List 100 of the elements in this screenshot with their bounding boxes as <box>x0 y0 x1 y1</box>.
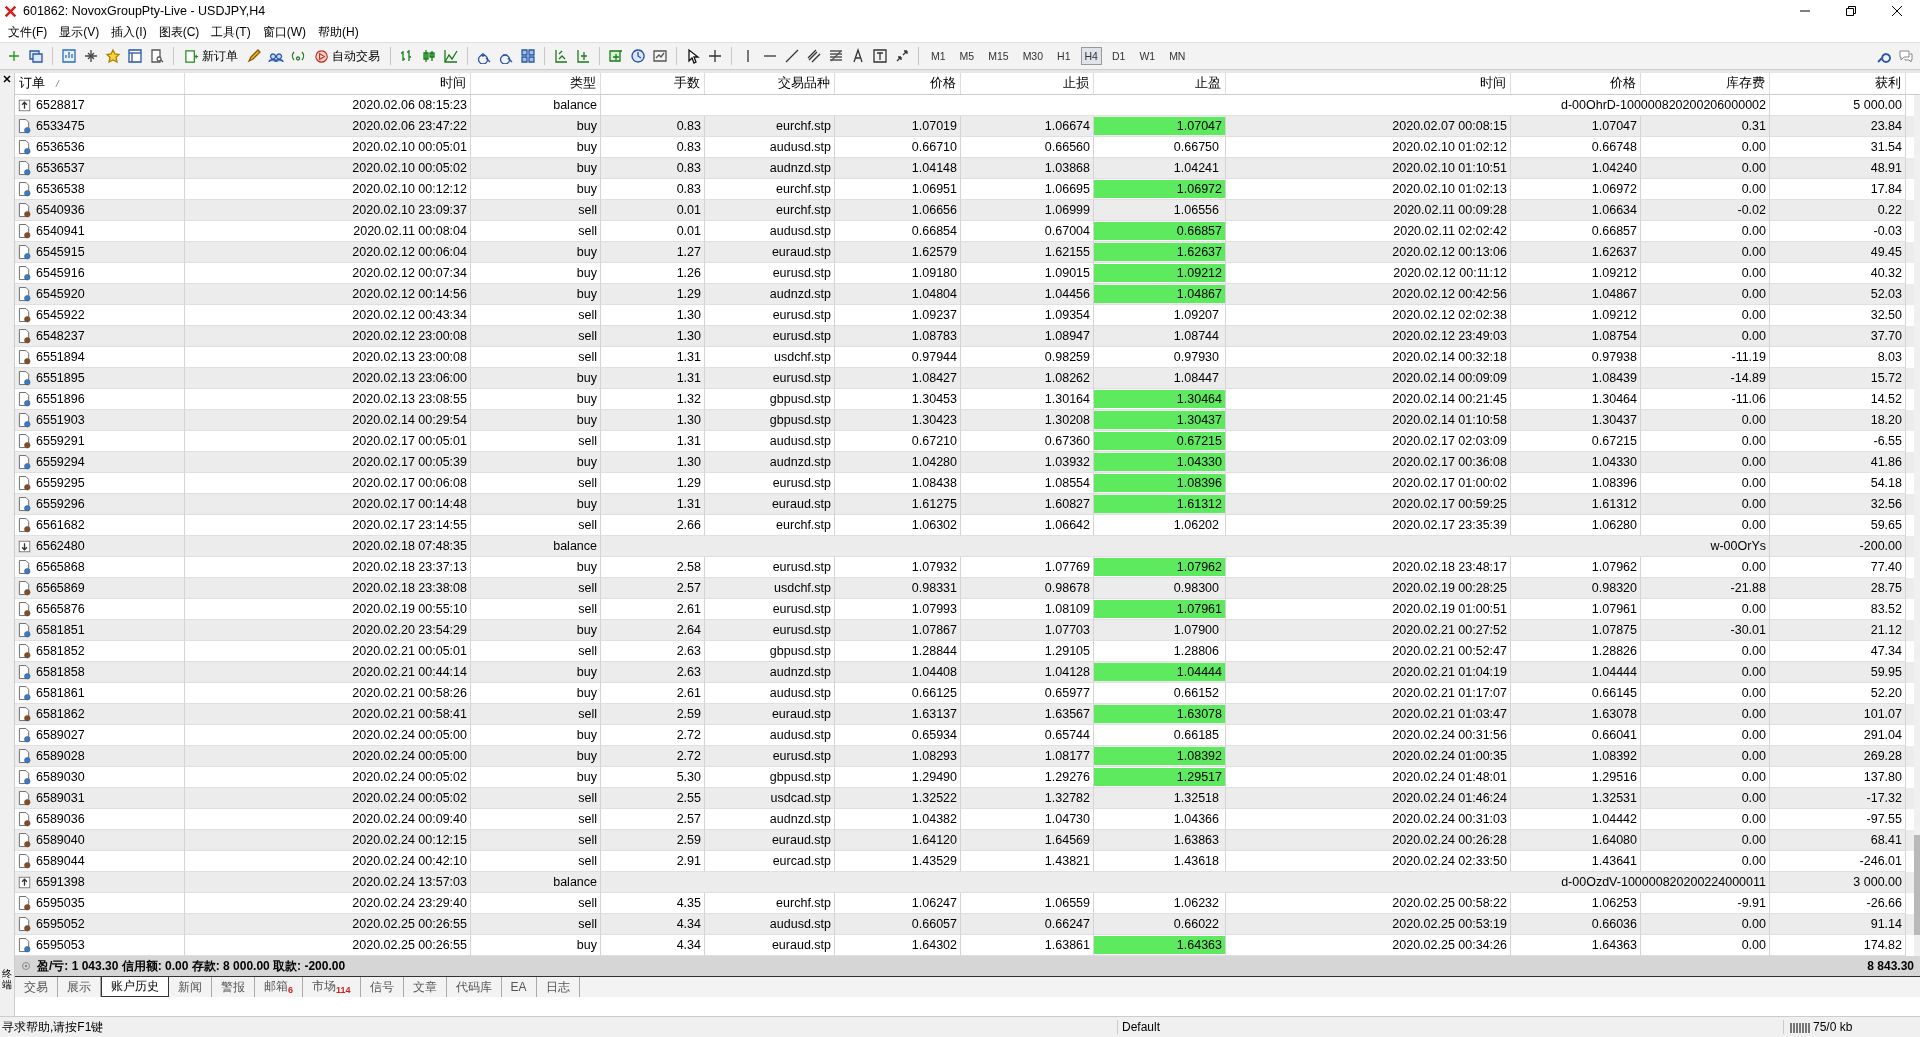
table-row[interactable]: 6581862 2020.02.21 00:58:41 sell 2.59 euraud.stp 1.63137 1.63567 1.63078 2020.02.21 01:03:47 1.63078 0.00 101.07 <box>15 704 1914 725</box>
menu-item[interactable]: 文件(F) <box>8 23 48 41</box>
line-chart-icon[interactable] <box>443 48 459 64</box>
menu-item[interactable]: 窗口(W) <box>262 23 306 41</box>
tab[interactable]: 账户历史 <box>101 977 169 997</box>
table-row[interactable]: 6540936 2020.02.10 23:09:37 sell 0.01 eurchf.stp 1.06656 1.06999 1.06556 2020.02.11 00:09:28 1.06634 -0.02 0.22 <box>15 200 1914 221</box>
table-row[interactable]: 6589031 2020.02.24 00:05:02 sell 2.55 usdcad.stp 1.32522 1.32782 1.32518 2020.02.24 01:46:24 1.32531 0.00 -17.32 <box>15 788 1914 809</box>
candlestick-icon[interactable] <box>421 48 437 64</box>
pencil-icon[interactable] <box>246 48 262 64</box>
tab[interactable]: 文章 <box>403 977 447 997</box>
column-header[interactable]: 价格 <box>1610 75 1636 92</box>
table-row[interactable]: 6545915 2020.02.12 00:06:04 buy 1.27 euraud.stp 1.62579 1.62155 1.62637 2020.02.12 00:13:06 1.62637 0.00 49.45 <box>15 242 1914 263</box>
tab[interactable]: 代码库 <box>446 977 502 997</box>
table-row[interactable]: 6589028 2020.02.24 00:05:00 buy 2.72 eurusd.stp 1.08293 1.08177 1.08392 2020.02.24 01:00:35 1.08392 0.00 269.28 <box>15 746 1914 767</box>
tab[interactable]: 日志 <box>536 977 580 997</box>
timeframe-button[interactable]: W1 <box>1135 47 1160 65</box>
column-header[interactable]: 获利 <box>1875 75 1901 92</box>
text-tool-icon[interactable] <box>850 48 866 64</box>
column-header[interactable]: 订单 <box>19 75 45 92</box>
scrollbar-thumb[interactable] <box>1914 835 1920 935</box>
tab[interactable]: 邮箱$_{6}$ <box>255 977 303 997</box>
zoom-page-icon[interactable] <box>149 48 165 64</box>
timeframe-button[interactable]: H4 <box>1080 47 1102 65</box>
auto-scroll-icon[interactable] <box>553 48 569 64</box>
swap-cell: -11.19 <box>1731 350 1766 364</box>
window-icon[interactable] <box>127 48 143 64</box>
crosshair-icon[interactable] <box>707 48 723 64</box>
market-watch-icon[interactable] <box>61 48 77 64</box>
order-number: 6559295 <box>36 476 85 490</box>
timeframe-button[interactable]: D1 <box>1107 47 1130 65</box>
close-icon[interactable] <box>3 75 11 83</box>
column-header[interactable]: 时间 <box>1480 75 1506 92</box>
tab[interactable]: EA <box>501 977 537 997</box>
timeframe-button[interactable]: M5 <box>955 47 979 65</box>
swap-cell: 0.00 <box>1741 455 1766 469</box>
symbol-cell: euraud.stp <box>771 938 831 952</box>
table-row[interactable]: 6548237 2020.02.12 23:00:08 sell 1.30 eurusd.stp 1.08783 1.08947 1.08744 2020.02.12 23:49:03 1.08754 0.00 37.70 <box>15 326 1914 347</box>
close-icon[interactable] <box>1892 6 1902 16</box>
navigator-icon[interactable] <box>83 48 99 64</box>
scrollbar[interactable] <box>1914 95 1920 956</box>
menu-item[interactable]: 插入(I) <box>111 23 147 41</box>
column-header[interactable]: 手数 <box>674 75 700 92</box>
column-header[interactable]: 止损 <box>1063 75 1089 92</box>
table-row[interactable]: 6565869 2020.02.18 23:38:08 sell 2.57 usdchf.stp 0.98331 0.98678 0.98300 2020.02.19 00:28:25 0.98320 -21.88 28.75 <box>15 578 1914 599</box>
trend-line-icon[interactable] <box>784 48 800 64</box>
profiles-icon[interactable] <box>28 48 44 64</box>
table-row[interactable]: 6581858 2020.02.21 00:44:14 buy 2.63 audnzd.stp 1.04408 1.04128 1.04444 2020.02.21 01:04:19 1.04444 0.00 59.95 <box>15 662 1914 683</box>
menu-item[interactable]: 工具(T) <box>211 23 251 41</box>
stop-loss-cell: 0.67360 <box>1044 434 1090 448</box>
table-row[interactable]: 6589040 2020.02.24 00:12:15 sell 2.59 euraud.stp 1.64120 1.64569 1.63863 2020.02.24 00:26:28 1.64080 0.00 68.41 <box>15 830 1914 851</box>
tab[interactable]: 交易 <box>15 977 58 997</box>
menu-item[interactable]: 帮助(H) <box>318 23 359 41</box>
table-row[interactable]: 6595052 2020.02.25 00:26:55 sell 4.34 audusd.stp 0.66057 0.66247 0.66022 2020.02.25 00:53:19 0.66036 0.00 91.14 <box>15 914 1914 935</box>
clock-icon[interactable] <box>630 48 646 64</box>
tab[interactable]: 新闻 <box>169 977 212 997</box>
table-row[interactable]: 6559294 2020.02.17 00:05:39 buy 1.30 audnzd.stp 1.04280 1.03932 1.04330 2020.02.17 00:36:08 1.04330 0.00 41.86 <box>15 452 1914 473</box>
table-row[interactable]: 6591398 2020.02.24 13:57:03 balance d-00OzdV-100000820200224000011 3 000.00 <box>15 872 1914 893</box>
timeframe-button[interactable]: M15 <box>984 47 1013 65</box>
close-time-cell: 2020.02.21 01:17:07 <box>1392 686 1507 700</box>
star-icon[interactable] <box>105 48 121 64</box>
order-number: 6540941 <box>36 224 85 238</box>
column-header[interactable]: 类型 <box>570 75 596 92</box>
new-order-button[interactable]: 新订单 <box>182 47 240 65</box>
table-row[interactable]: 6562480 2020.02.18 07:48:35 balance w-00OrYs -200.00 <box>15 536 1914 557</box>
table-row[interactable]: 6559296 2020.02.17 00:14:48 buy 1.31 euraud.stp 1.61275 1.60827 1.61312 2020.02.17 00:59:25 1.61312 0.00 32.56 <box>15 494 1914 515</box>
chat-icon[interactable] <box>1898 48 1914 64</box>
arrows-icon[interactable] <box>894 48 910 64</box>
table-row[interactable]: 6551895 2020.02.13 23:06:00 buy 1.31 eurusd.stp 1.08427 1.08262 1.08447 2020.02.14 00:09:09 1.08439 -14.89 15.72 <box>15 368 1914 389</box>
table-row[interactable]: 6581851 2020.02.20 23:54:29 buy 2.64 eurusd.stp 1.07867 1.07703 1.07900 2020.02.21 00:27:52 1.07875 -30.01 21.12 <box>15 620 1914 641</box>
timeframe-button[interactable]: M30 <box>1018 47 1048 65</box>
chart-shift-icon[interactable] <box>575 48 591 64</box>
tab[interactable]: 信号 <box>360 977 404 997</box>
indicators-icon[interactable] <box>608 48 624 64</box>
tab[interactable]: 警报 <box>212 977 255 997</box>
auto-trading-button[interactable]: 自动交易 <box>312 47 382 65</box>
menu-item[interactable]: 显示(V) <box>59 23 100 41</box>
column-header[interactable]: 时间 <box>440 75 466 92</box>
fibonacci-icon[interactable] <box>828 48 844 64</box>
table-row[interactable]: 6536537 2020.02.10 00:05:02 buy 0.83 audnzd.stp 1.04148 1.03868 1.04241 2020.02.10 01:10:51 1.04240 0.00 48.91 <box>15 158 1914 179</box>
channel-icon[interactable] <box>806 48 822 64</box>
restore-icon[interactable] <box>1846 6 1856 16</box>
column-header[interactable]: 库存费 <box>1726 75 1765 92</box>
cursor-icon[interactable] <box>685 48 701 64</box>
timeframe-button[interactable]: H1 <box>1053 47 1075 65</box>
table-row[interactable]: 6545920 2020.02.12 00:14:56 buy 1.29 audnzd.stp 1.04804 1.04456 1.04867 2020.02.12 00:42:56 1.04867 0.00 52.03 <box>15 284 1914 305</box>
timeframe-button[interactable]: MN <box>1165 47 1190 65</box>
timeframe-button[interactable]: M1 <box>927 47 950 65</box>
tab[interactable]: 市场$_{114}$ <box>303 977 361 997</box>
column-header[interactable]: 交易品种 <box>778 75 830 92</box>
stop-loss-cell: 1.06559 <box>1044 896 1090 910</box>
template-icon[interactable] <box>652 48 668 64</box>
tile-windows-icon[interactable] <box>520 48 536 64</box>
column-header[interactable]: 价格 <box>930 75 956 92</box>
text-label-icon[interactable] <box>872 48 888 64</box>
menu-item[interactable]: 图表(C) <box>158 23 200 41</box>
close-time-cell: 2020.02.12 00:13:06 <box>1392 245 1507 259</box>
order-number: 6551894 <box>36 350 85 364</box>
table-row[interactable]: 6551903 2020.02.14 00:29:54 buy 1.30 gbpusd.stp 1.30423 1.30208 1.30437 2020.02.14 01:10:58 1.30437 0.00 18.20 <box>15 410 1914 431</box>
table-row[interactable]: 6533475 2020.02.06 23:47:22 buy 0.83 eurchf.stp 1.07019 1.06674 1.07047 2020.02.07 00:08:15 1.07047 0.31 23.84 <box>15 116 1914 137</box>
column-header[interactable]: 止盈 <box>1195 75 1221 92</box>
